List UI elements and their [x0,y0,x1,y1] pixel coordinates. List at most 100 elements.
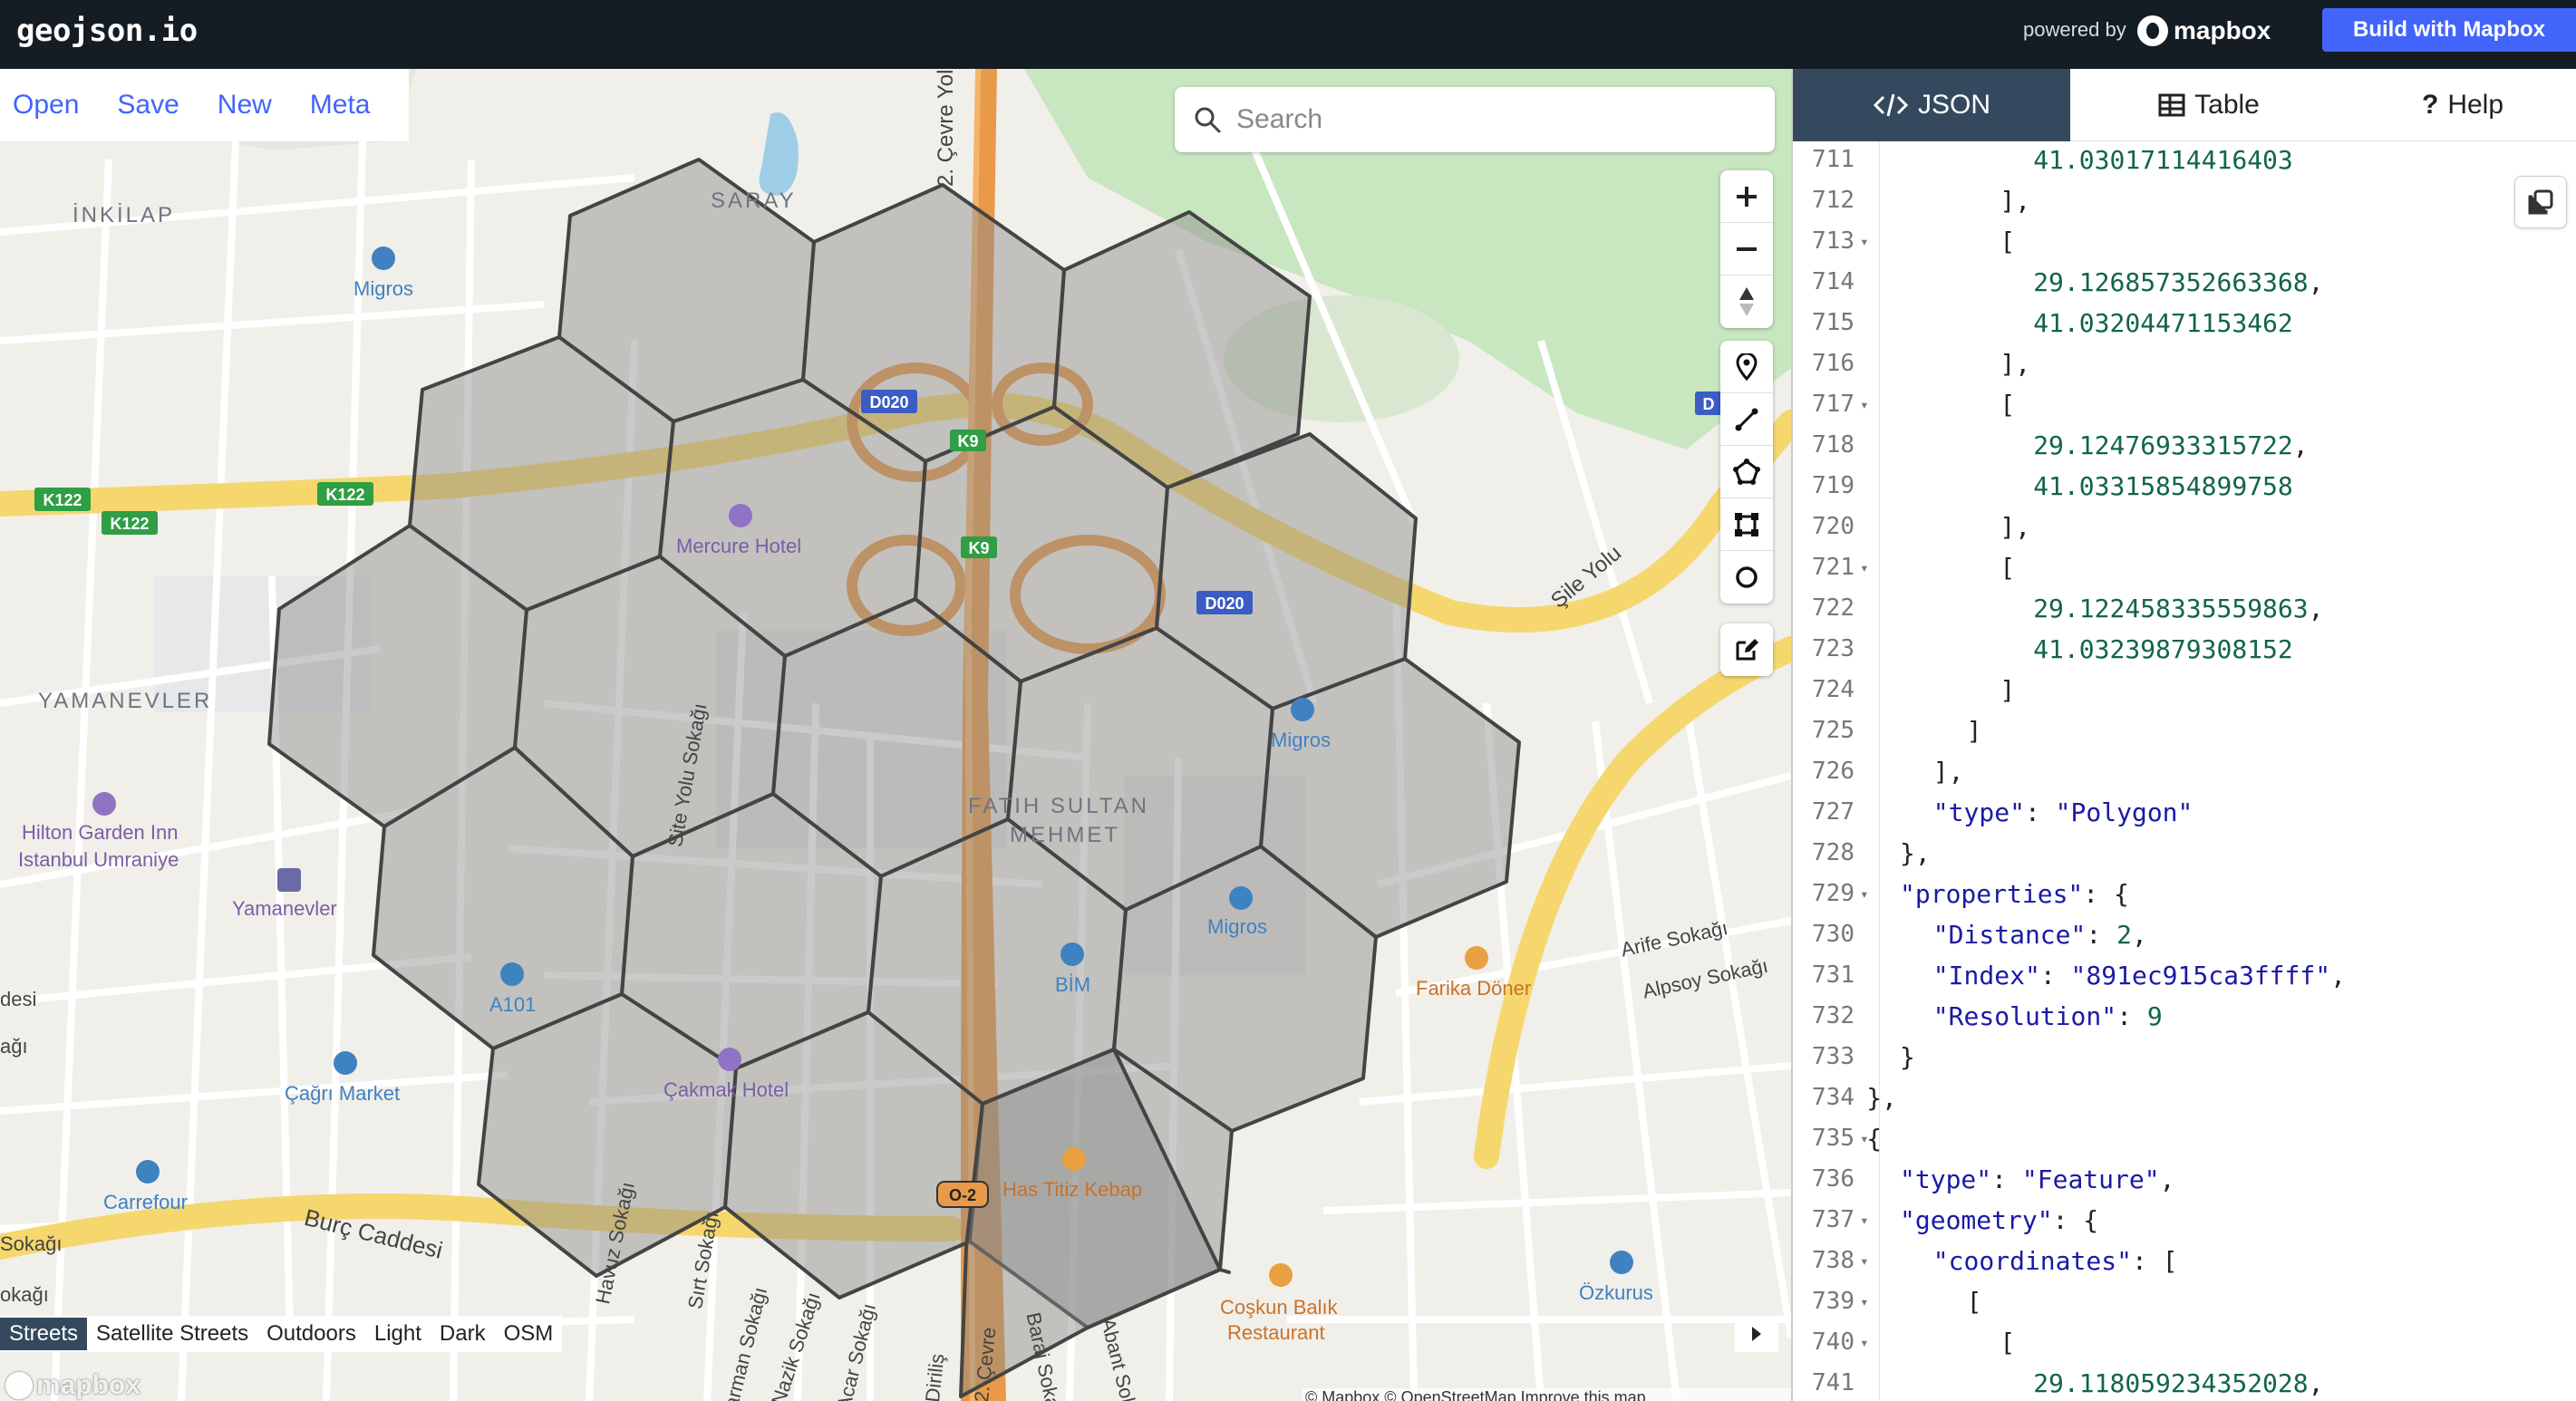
editor-line[interactable]: 720], [1793,507,2576,547]
poi-label[interactable]: Coşkun Balık [1220,1296,1338,1319]
search-input[interactable] [1236,100,1753,140]
editor-line[interactable]: 725] [1793,710,2576,751]
editor-line[interactable]: 734}, [1793,1077,2576,1118]
editor-line[interactable]: 739 ▾ [ [1793,1281,2576,1322]
hotel-poi-icon[interactable] [92,792,116,816]
editor-line[interactable]: 738 ▾ "coordinates": [ [1793,1241,2576,1281]
fold-toggle-icon[interactable]: ▾ [1860,221,1869,262]
poi-label[interactable]: Restaurant [1227,1321,1325,1345]
editor-line[interactable]: 737 ▾ "geometry": { [1793,1200,2576,1241]
poi-label[interactable]: BİM [1055,973,1090,997]
fold-toggle-icon[interactable]: ▾ [1860,1322,1869,1363]
poi-label[interactable]: Çakmak Hotel [663,1078,789,1102]
restaurant-poi-icon[interactable] [1062,1147,1086,1171]
editor-line[interactable]: 711 41.03017114416403 [1793,141,2576,180]
shop-poi-icon[interactable] [334,1051,357,1075]
map-attribution[interactable]: © Mapbox © OpenStreetMap Improve this ma… [1302,1388,1791,1401]
shop-poi-icon[interactable] [1060,942,1084,966]
editor-line[interactable]: 741 29.118059234352028, [1793,1363,2576,1401]
migros-poi-icon[interactable] [372,246,395,270]
restaurant-poi-icon[interactable] [1465,946,1488,970]
poi-label[interactable]: Mercure Hotel [676,535,801,558]
fold-toggle-icon[interactable]: ▾ [1860,384,1869,425]
poi-label[interactable]: Yamanevler [232,897,337,921]
migros-poi-icon[interactable] [1229,886,1253,910]
editor-line[interactable]: 722 29.122458335559863, [1793,588,2576,629]
copy-json-button[interactable] [2514,176,2567,228]
map-canvas[interactable]: K122 K122 K122 D020 D020 K9 K9 O-2 D İNK… [0,69,1791,1401]
open-menu-item[interactable]: Open [13,90,79,121]
style-outdoors[interactable]: Outdoors [257,1318,365,1350]
build-with-mapbox-button[interactable]: Build with Mapbox [2322,8,2576,52]
editor-line[interactable]: 716], [1793,343,2576,384]
poi-label[interactable]: Migros [353,277,413,301]
fold-toggle-icon[interactable]: ▾ [1860,1281,1869,1322]
zoom-in-button[interactable] [1720,170,1773,223]
style-streets[interactable]: Streets [0,1318,88,1350]
editor-line[interactable]: 723 41.03239879308152 [1793,629,2576,670]
edit-features-button[interactable] [1720,623,1773,676]
poi-label[interactable]: A101 [489,993,536,1017]
fold-toggle-icon[interactable]: ▾ [1860,1241,1869,1281]
bus-stop-icon[interactable] [277,868,301,892]
poi-label[interactable]: Özkurus [1579,1281,1653,1305]
tab-table[interactable]: Table [2070,69,2348,141]
hotel-poi-icon[interactable] [718,1048,741,1071]
editor-line[interactable]: 727 "type": "Polygon" [1793,792,2576,833]
editor-line[interactable]: 740 ▾ [ [1793,1322,2576,1363]
editor-line[interactable]: 712], [1793,180,2576,221]
poi-label[interactable]: Carrefour [103,1191,188,1214]
poi-label[interactable]: Farika Döner [1416,977,1531,1000]
poi-label[interactable]: Migros [1207,915,1267,939]
fold-toggle-icon[interactable]: ▾ [1860,1200,1869,1241]
shop-poi-icon[interactable] [136,1160,160,1184]
poi-label[interactable]: Istanbul Umraniye [18,848,179,872]
draw-circle-button[interactable] [1720,551,1773,604]
app-brand[interactable]: geojson.io [16,13,198,49]
layers-expand-button[interactable] [1735,1316,1778,1352]
poi-label[interactable]: Çağrı Market [285,1082,400,1106]
poi-label[interactable]: Has Titiz Kebap [1002,1178,1142,1202]
editor-line[interactable]: 729 ▾ "properties": { [1793,874,2576,914]
style-satellite-streets[interactable]: Satellite Streets [87,1318,257,1350]
style-light[interactable]: Light [365,1318,431,1350]
poi-label[interactable]: Migros [1271,729,1331,752]
editor-line[interactable]: 733} [1793,1037,2576,1077]
editor-line[interactable]: 731 "Index": "891ec915ca3ffff", [1793,955,2576,996]
style-dark[interactable]: Dark [431,1318,495,1350]
shop-poi-icon[interactable] [500,962,524,986]
hotel-poi-icon[interactable] [729,504,752,527]
draw-line-button[interactable] [1720,393,1773,446]
editor-line[interactable]: 721 ▾ [ [1793,547,2576,588]
editor-line[interactable]: 718 29.12476933315722, [1793,425,2576,466]
mapbox-logo[interactable]: mapbox [2137,15,2271,46]
compass-button[interactable] [1720,275,1773,328]
json-editor[interactable]: 711 41.03017114416403 712], 713 ▾[714 29.1268… [1793,141,2576,1401]
editor-line[interactable]: 713 ▾ [ [1793,221,2576,262]
zoom-out-button[interactable] [1720,223,1773,275]
editor-line[interactable]: 715 41.03204471153462 [1793,303,2576,343]
tab-json[interactable]: JSON [1793,69,2070,141]
editor-line[interactable]: 714 29.126857352663368, [1793,262,2576,303]
restaurant-poi-icon[interactable] [1269,1263,1293,1287]
editor-line[interactable]: 728}, [1793,833,2576,874]
draw-marker-button[interactable] [1720,341,1773,393]
save-menu-item[interactable]: Save [117,90,179,121]
shop-poi-icon[interactable] [1610,1251,1633,1274]
poi-label[interactable]: Hilton Garden Inn [22,821,178,845]
editor-line[interactable]: 736 "type": "Feature", [1793,1159,2576,1200]
meta-menu-item[interactable]: Meta [310,90,371,121]
new-menu-item[interactable]: New [218,90,272,121]
editor-line[interactable]: 732 "Resolution": 9 [1793,996,2576,1037]
draw-polygon-button[interactable] [1720,446,1773,498]
editor-line[interactable]: 730 "Distance": 2, [1793,914,2576,955]
tab-help[interactable]: ? Help [2348,69,2576,141]
style-osm[interactable]: OSM [495,1318,563,1350]
mapbox-watermark[interactable]: mapbox [5,1370,140,1401]
editor-line[interactable]: 724] [1793,670,2576,710]
migros-poi-icon[interactable] [1291,698,1314,721]
editor-line[interactable]: 717 ▾ [ [1793,384,2576,425]
fold-toggle-icon[interactable]: ▾ [1860,547,1869,588]
editor-line[interactable]: 719 41.03315854899758 [1793,466,2576,507]
editor-line[interactable]: 735 ▾{ [1793,1118,2576,1159]
